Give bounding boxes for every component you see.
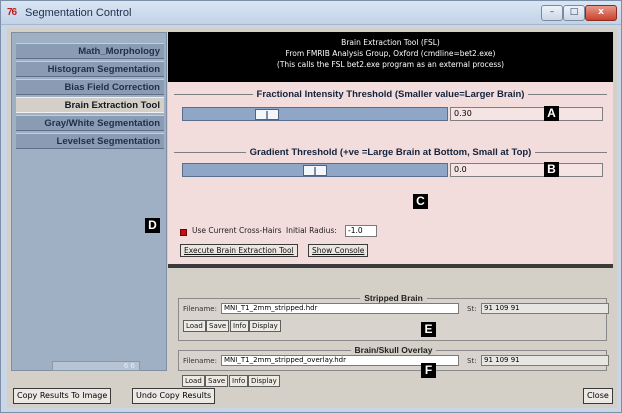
undo-copy-results-button[interactable]: Undo Copy Results: [132, 388, 216, 404]
segmentation-control-window: 76 Segmentation Control – □ x Math_Morph…: [0, 0, 622, 413]
fractional-threshold-title: Fractional Intensity Threshold (Smaller …: [168, 89, 613, 100]
fractional-threshold-value[interactable]: 0.30: [450, 107, 603, 121]
stripped-brain-label: Stripped Brain: [360, 293, 427, 303]
window-title: Segmentation Control: [25, 7, 132, 19]
overlay-label: Brain/Skull Overlay: [350, 345, 437, 355]
minimize-button[interactable]: –: [541, 5, 563, 21]
callout-marker-e: E: [421, 322, 436, 337]
stripped-filename-field[interactable]: MNI_T1_2mm_stripped.hdr: [221, 303, 459, 314]
stripped-save-button[interactable]: Save: [206, 320, 230, 332]
sidebar-item-levelset-segmentation[interactable]: Levelset Segmentation: [16, 133, 164, 149]
bottom-bar: Copy Results To Image Undo Copy Results …: [7, 376, 617, 408]
app-icon: 76: [7, 7, 17, 18]
status-indicator: 6 6: [52, 361, 140, 371]
callout-marker-c: C: [413, 194, 428, 209]
sidebar-item-math-morphology[interactable]: Math_Morphology: [16, 43, 164, 59]
header-line-2: From FMRIB Analysis Group, Oxford (cmdli…: [285, 49, 496, 58]
close-window-button[interactable]: x: [585, 5, 617, 21]
stripped-brain-title: Stripped Brain: [179, 293, 608, 303]
brain-extraction-panel: Brain Extraction Tool (FSL) From FMRIB A…: [168, 32, 613, 371]
callout-marker-b: B: [544, 162, 559, 177]
header-line-1: Brain Extraction Tool (FSL): [341, 38, 440, 47]
fractional-threshold-label: Fractional Intensity Threshold (Smaller …: [252, 89, 529, 100]
sidebar: Math_Morphology Histogram Segmentation B…: [11, 32, 167, 371]
brain-skull-overlay-group: Brain/Skull Overlay Filename: MNI_T1_2mm…: [178, 345, 609, 371]
output-images-area: Stripped Brain Filename: MNI_T1_2mm_stri…: [168, 268, 613, 371]
initial-radius-input[interactable]: -1.0: [345, 225, 377, 237]
slider-thumb[interactable]: [303, 165, 327, 176]
gradient-threshold-title: Gradient Threshold (+ve =Large Brain at …: [168, 147, 613, 158]
execute-brain-extraction-button[interactable]: Execute Brain Extraction Tool: [180, 244, 298, 257]
gradient-threshold-value[interactable]: 0.0: [450, 163, 603, 177]
st-label: St:: [467, 305, 477, 313]
copy-results-button[interactable]: Copy Results To Image: [13, 388, 112, 404]
sidebar-item-histogram-segmentation[interactable]: Histogram Segmentation: [16, 61, 164, 77]
gradient-threshold-label: Gradient Threshold (+ve =Large Brain at …: [245, 147, 536, 158]
maximize-button[interactable]: □: [563, 5, 585, 21]
sidebar-item-bias-field-correction[interactable]: Bias Field Correction: [16, 79, 164, 95]
callout-marker-a: A: [544, 106, 559, 121]
stripped-load-button[interactable]: Load: [183, 320, 206, 332]
stripped-brain-group: Stripped Brain Filename: MNI_T1_2mm_stri…: [178, 293, 609, 341]
initial-radius-label: Initial Radius:: [286, 226, 337, 235]
client-area: Math_Morphology Histogram Segmentation B…: [7, 28, 617, 408]
header-line-3: (This calls the FSL bet2.exe program as …: [276, 60, 505, 69]
tool-header: Brain Extraction Tool (FSL) From FMRIB A…: [168, 32, 613, 82]
stripped-display-button[interactable]: Display: [249, 320, 281, 332]
stripped-info-button[interactable]: Info: [230, 320, 250, 332]
close-button[interactable]: Close: [583, 388, 613, 404]
sidebar-item-gray-white-segmentation[interactable]: Gray/White Segmentation: [16, 115, 164, 131]
fractional-threshold-slider[interactable]: [182, 107, 448, 121]
cross-hairs-label: Use Current Cross-Hairs: [192, 226, 282, 235]
filename-label: Filename:: [183, 357, 217, 365]
stripped-st-field[interactable]: 91 109 91: [481, 303, 609, 314]
filename-label: Filename:: [183, 305, 217, 313]
slider-thumb[interactable]: [255, 109, 279, 120]
overlay-st-field[interactable]: 91 109 91: [481, 355, 609, 366]
overlay-title: Brain/Skull Overlay: [179, 345, 608, 355]
show-console-button[interactable]: Show Console: [308, 244, 369, 257]
st-label: St:: [467, 357, 477, 365]
sidebar-item-brain-extraction-tool[interactable]: Brain Extraction Tool: [16, 97, 164, 113]
callout-marker-d: D: [145, 218, 160, 233]
gradient-threshold-slider[interactable]: [182, 163, 448, 177]
title-bar: 76 Segmentation Control – □ x: [1, 1, 621, 25]
cross-hairs-checkbox[interactable]: [180, 229, 187, 236]
